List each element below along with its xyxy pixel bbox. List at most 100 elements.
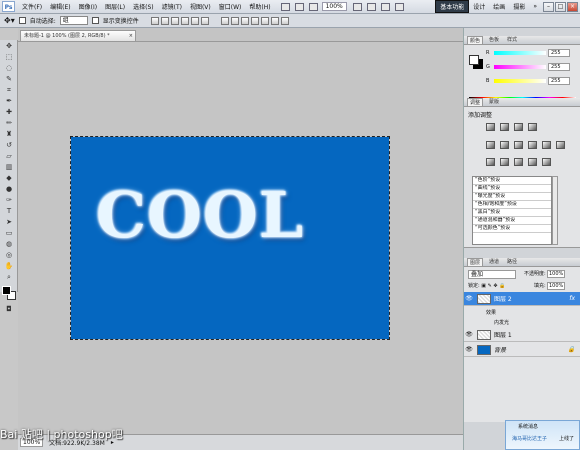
marquee-tool-icon[interactable]: ⬚ bbox=[3, 52, 15, 62]
channel-mixer-icon[interactable] bbox=[556, 141, 565, 149]
preset-black-white[interactable]: “黑白”预设 bbox=[473, 209, 551, 217]
view-extras-icon[interactable] bbox=[308, 2, 318, 11]
dodge-tool-icon[interactable]: ● bbox=[3, 184, 15, 194]
layer-row-layer2[interactable]: 👁 图层 2 fx bbox=[464, 292, 580, 306]
tab-masks[interactable]: 蒙版 bbox=[487, 98, 501, 106]
workspace-design-link[interactable]: 设计 bbox=[469, 2, 489, 11]
selective-color-icon[interactable] bbox=[542, 158, 551, 166]
layer-row-layer1[interactable]: 👁 图层 1 bbox=[464, 328, 580, 342]
document-tab[interactable]: 未标题-1 @ 100% (图层 2, RGB/8) * × bbox=[20, 30, 136, 41]
eye-icon[interactable]: 👁 bbox=[464, 346, 474, 353]
brightness-contrast-icon[interactable] bbox=[486, 123, 495, 131]
layer-row-background[interactable]: 👁 背景 🔒 bbox=[464, 343, 580, 357]
tab-swatches[interactable]: 色板 bbox=[487, 36, 501, 44]
blue-value-field[interactable]: 255 bbox=[548, 77, 570, 85]
pen-tool-icon[interactable]: ✑ bbox=[3, 195, 15, 205]
minimize-icon[interactable]: – bbox=[543, 1, 554, 12]
lock-all-icon[interactable]: 🔒 bbox=[499, 283, 505, 289]
notification-user[interactable]: 海马哥比达王子 bbox=[512, 435, 547, 442]
align-hcenter-icon[interactable] bbox=[190, 16, 199, 25]
quick-mask-icon[interactable]: ◘ bbox=[3, 304, 15, 314]
color-swatches[interactable] bbox=[2, 286, 16, 300]
arrange-documents-icon[interactable] bbox=[380, 2, 390, 11]
image-canvas[interactable]: COOL bbox=[70, 136, 390, 340]
show-transform-checkbox[interactable] bbox=[91, 17, 99, 24]
history-brush-tool-icon[interactable]: ↺ bbox=[3, 140, 15, 150]
document-close-icon[interactable]: × bbox=[129, 31, 133, 41]
exposure-icon[interactable] bbox=[528, 123, 537, 131]
red-slider[interactable] bbox=[494, 51, 546, 55]
bridge-icon[interactable] bbox=[280, 2, 290, 11]
path-select-tool-icon[interactable]: ➤ bbox=[3, 217, 15, 227]
move-tool-icon[interactable]: ✥▾ bbox=[4, 16, 15, 25]
lock-position-icon[interactable]: ✥ bbox=[493, 283, 497, 289]
eraser-tool-icon[interactable]: ▱ bbox=[3, 151, 15, 161]
preset-levels[interactable]: “色阶”预设 bbox=[473, 177, 551, 185]
green-value-field[interactable]: 255 bbox=[548, 63, 570, 71]
distribute-left-icon[interactable] bbox=[250, 16, 259, 25]
healing-brush-tool-icon[interactable]: ✚ bbox=[3, 107, 15, 117]
tab-channels[interactable]: 通道 bbox=[487, 258, 501, 266]
maximize-icon[interactable]: □ bbox=[555, 1, 566, 12]
color-balance-icon[interactable] bbox=[514, 141, 523, 149]
posterize-icon[interactable] bbox=[500, 158, 509, 166]
align-right-icon[interactable] bbox=[200, 16, 209, 25]
green-slider[interactable] bbox=[494, 65, 546, 69]
distribute-vcenter-icon[interactable] bbox=[230, 16, 239, 25]
align-bottom-icon[interactable] bbox=[170, 16, 179, 25]
fill-field[interactable]: 100% bbox=[547, 282, 566, 290]
hand-icon[interactable] bbox=[352, 2, 362, 11]
menu-filter[interactable]: 滤镜(T) bbox=[158, 2, 186, 11]
workspace-photography-link[interactable]: 摄影 bbox=[509, 2, 529, 11]
auto-align-icon[interactable] bbox=[280, 16, 289, 25]
brush-tool-icon[interactable]: ✏ bbox=[3, 118, 15, 128]
workspace-painting-link[interactable]: 绘画 bbox=[489, 2, 509, 11]
photo-filter-icon[interactable] bbox=[542, 141, 551, 149]
clone-stamp-tool-icon[interactable]: ♜ bbox=[3, 129, 15, 139]
system-notification[interactable]: 系统消息 海马哥比达王子 上线了 bbox=[505, 420, 580, 450]
lock-transparent-icon[interactable]: ▣ bbox=[481, 283, 486, 289]
levels-icon[interactable] bbox=[500, 123, 509, 131]
blur-tool-icon[interactable]: ◆ bbox=[3, 173, 15, 183]
tab-styles[interactable]: 样式 bbox=[505, 36, 519, 44]
menu-select[interactable]: 选择(S) bbox=[129, 2, 158, 11]
type-tool-icon[interactable]: T bbox=[3, 206, 15, 216]
tab-color[interactable]: 颜色 bbox=[467, 36, 484, 44]
workspace-essentials-button[interactable]: 基本功能 bbox=[435, 0, 470, 13]
zoom-tool-icon[interactable]: ⌕ bbox=[3, 272, 15, 282]
distribute-bottom-icon[interactable] bbox=[240, 16, 249, 25]
close-icon[interactable]: × bbox=[567, 1, 578, 12]
tab-adjustments[interactable]: 调整 bbox=[467, 98, 484, 106]
inner-glow-row[interactable]: 内发光 bbox=[464, 317, 580, 327]
lock-image-icon[interactable]: ✎ bbox=[488, 283, 492, 289]
menu-edit[interactable]: 编辑(E) bbox=[46, 2, 74, 11]
align-left-icon[interactable] bbox=[180, 16, 189, 25]
menu-layer[interactable]: 图层(L) bbox=[101, 2, 129, 11]
workspace-more-link[interactable]: » bbox=[529, 3, 541, 10]
preset-hue-saturation[interactable]: “色相/饱和度”预设 bbox=[473, 201, 551, 209]
tab-paths[interactable]: 路径 bbox=[505, 258, 519, 266]
invert-icon[interactable] bbox=[486, 158, 495, 166]
hue-saturation-icon[interactable] bbox=[500, 141, 509, 149]
zoom-icon[interactable] bbox=[366, 2, 376, 11]
menu-image[interactable]: 图像(I) bbox=[75, 2, 101, 11]
foreground-color-swatch[interactable] bbox=[2, 286, 11, 295]
threshold-icon[interactable] bbox=[514, 158, 523, 166]
preset-selective-color[interactable]: “可选颜色”预设 bbox=[473, 225, 551, 233]
curves-icon[interactable] bbox=[514, 123, 523, 131]
menu-window[interactable]: 窗口(W) bbox=[215, 2, 246, 11]
align-vcenter-icon[interactable] bbox=[160, 16, 169, 25]
vibrance-icon[interactable] bbox=[486, 141, 495, 149]
blend-mode-select[interactable]: 叠加 bbox=[468, 270, 516, 279]
distribute-right-icon[interactable] bbox=[270, 16, 279, 25]
move-tool-icon[interactable]: ✥ bbox=[3, 41, 15, 51]
fx-icon[interactable]: fx bbox=[569, 295, 575, 302]
eye-icon[interactable]: 👁 bbox=[464, 331, 474, 338]
panel-foreground-swatch[interactable] bbox=[469, 55, 479, 65]
auto-select-dropdown[interactable]: 组 bbox=[59, 16, 88, 25]
red-value-field[interactable]: 255 bbox=[548, 49, 570, 57]
quick-select-tool-icon[interactable]: ✎ bbox=[3, 74, 15, 84]
preset-channel-mixer[interactable]: “通道混和器”预设 bbox=[473, 217, 551, 225]
eye-icon[interactable]: 👁 bbox=[464, 295, 474, 302]
lasso-tool-icon[interactable]: ◌ bbox=[3, 63, 15, 73]
